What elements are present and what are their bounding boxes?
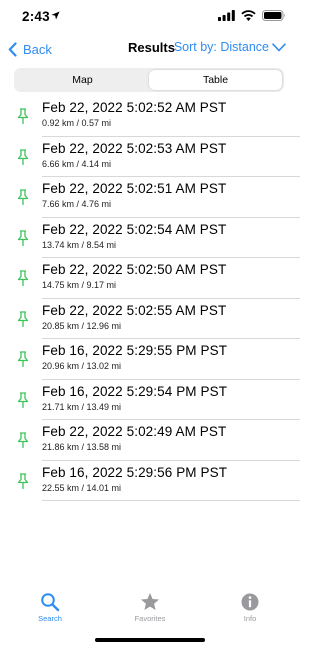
sort-button[interactable]: Sort by: Distance — [174, 40, 286, 54]
list-item[interactable]: Feb 22, 2022 5:02:55 AM PST 20.85 km / 1… — [0, 299, 300, 340]
result-date: Feb 22, 2022 5:02:53 AM PST — [42, 140, 227, 156]
list-item[interactable]: Feb 22, 2022 5:02:53 AM PST 6.66 km / 4.… — [0, 137, 300, 178]
result-date: Feb 16, 2022 5:29:54 PM PST — [42, 383, 228, 399]
result-distance: 13.74 km / 8.54 mi — [42, 239, 117, 250]
status-indicators — [218, 10, 286, 21]
tab-info[interactable]: Info — [210, 586, 290, 649]
result-distance: 21.71 km / 13.49 mi — [42, 401, 122, 412]
chevron-left-icon — [8, 41, 17, 57]
location-arrow-icon — [51, 11, 60, 20]
navigation-bar: Back Results Sort by: Distance — [0, 34, 300, 64]
wifi-icon — [241, 10, 256, 21]
results-list: Feb 22, 2022 5:02:52 AM PST 0.92 km / 0.… — [0, 96, 300, 501]
list-item[interactable]: Feb 22, 2022 5:02:52 AM PST 0.92 km / 0.… — [0, 96, 300, 137]
pin-icon — [17, 148, 29, 165]
result-distance: 6.66 km / 4.14 mi — [42, 158, 112, 169]
result-date: Feb 22, 2022 5:02:51 AM PST — [42, 181, 227, 196]
list-item[interactable]: Feb 16, 2022 5:29:56 PM PST 22.55 km / 1… — [0, 461, 300, 502]
list-item[interactable]: Feb 16, 2022 5:29:54 PM PST 21.71 km / 1… — [0, 380, 300, 421]
result-distance: 0.92 km / 0.57 mi — [42, 118, 112, 128]
result-distance: 20.85 km / 12.96 mi — [42, 320, 122, 331]
result-date: Feb 22, 2022 5:02:54 AM PST — [42, 221, 227, 237]
battery-icon — [262, 10, 285, 21]
result-distance: 14.75 km / 9.17 mi — [42, 280, 117, 290]
pin-icon — [17, 189, 29, 205]
result-date: Feb 16, 2022 5:29:55 PM PST — [42, 343, 228, 358]
tab-info-label: Info — [243, 614, 257, 623]
result-distance: 20.96 km / 13.02 mi — [42, 361, 122, 371]
pin-icon — [17, 351, 29, 367]
result-date: Feb 16, 2022 5:29:56 PM PST — [42, 464, 228, 480]
back-button[interactable]: Back — [8, 38, 52, 60]
result-date: Feb 22, 2022 5:02:52 AM PST — [42, 100, 227, 115]
status-time: 2:43 — [22, 9, 50, 24]
tab-favorites-label: Favorites — [134, 614, 166, 623]
info-icon — [241, 593, 259, 611]
tab-search[interactable]: Search — [10, 586, 90, 649]
segment-map-label: Map — [72, 74, 93, 86]
tab-search-label: Search — [38, 614, 62, 623]
sort-button-label: Sort by: Distance — [173, 40, 269, 54]
result-distance: 21.86 km / 13.58 mi — [42, 442, 122, 452]
cellular-signal-icon — [218, 10, 235, 21]
result-date: Feb 22, 2022 5:02:50 AM PST — [42, 262, 227, 277]
result-date: Feb 22, 2022 5:02:55 AM PST — [42, 302, 227, 318]
pin-icon — [17, 108, 29, 124]
pin-icon — [17, 391, 29, 408]
star-icon — [141, 593, 159, 610]
result-date: Feb 22, 2022 5:02:49 AM PST — [42, 424, 227, 439]
chevron-down-icon — [272, 42, 286, 51]
pin-icon — [17, 472, 29, 489]
pin-icon — [17, 229, 29, 246]
home-indicator — [95, 638, 205, 642]
result-distance: 22.55 km / 14.01 mi — [42, 482, 122, 493]
view-segmented-control: Map Table — [14, 68, 284, 92]
magnifier-icon — [41, 593, 60, 612]
list-item[interactable]: Feb 22, 2022 5:02:50 AM PST 14.75 km / 9… — [0, 258, 300, 299]
pin-icon — [17, 310, 29, 327]
segment-table[interactable]: Table — [149, 70, 282, 90]
list-item[interactable]: Feb 22, 2022 5:02:49 AM PST 21.86 km / 1… — [0, 420, 300, 461]
pin-icon — [17, 270, 29, 286]
back-button-label: Back — [23, 41, 52, 57]
page-title: Results — [128, 40, 175, 55]
list-item[interactable]: Feb 16, 2022 5:29:55 PM PST 20.96 km / 1… — [0, 339, 300, 380]
pin-icon — [17, 432, 29, 448]
list-item[interactable]: Feb 22, 2022 5:02:54 AM PST 13.74 km / 8… — [0, 218, 300, 259]
status-bar: 2:43 — [0, 0, 300, 34]
segment-table-label: Table — [202, 74, 229, 86]
segment-map[interactable]: Map — [16, 70, 149, 90]
result-distance: 7.66 km / 4.76 mi — [42, 199, 112, 209]
list-item[interactable]: Feb 22, 2022 5:02:51 AM PST 7.66 km / 4.… — [0, 177, 300, 218]
